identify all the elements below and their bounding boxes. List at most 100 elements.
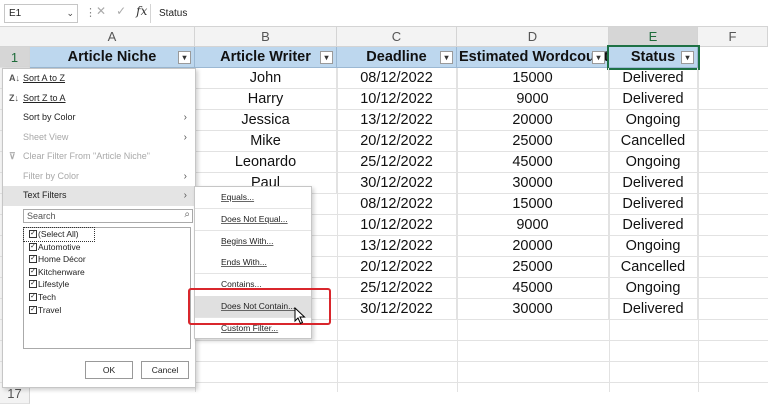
header-cell[interactable]: Article Writer ▾ — [195, 47, 337, 68]
status-cell[interactable]: Delivered — [609, 215, 698, 236]
wordcount-cell[interactable]: 15000 — [457, 68, 609, 89]
column-header-c[interactable]: C — [337, 27, 457, 47]
list-item[interactable]: ✓ Lifestyle — [24, 278, 190, 291]
filter-values-list[interactable]: ✓ (Select All) ✓ Automotive ✓ Home Décor… — [23, 227, 191, 349]
filter-dropdown-button[interactable]: ▾ — [320, 51, 333, 64]
cancel-button[interactable]: Cancel — [141, 361, 189, 379]
deadline-cell[interactable]: 20/12/2022 — [337, 257, 457, 278]
function-icon[interactable]: fx — [136, 4, 147, 18]
wordcount-cell[interactable]: 20000 — [457, 110, 609, 131]
sort-descending-icon: Z↓ — [9, 92, 19, 103]
name-box[interactable]: E1 ⌄ — [4, 4, 78, 23]
status-cell[interactable]: Cancelled — [609, 257, 698, 278]
deadline-cell[interactable]: 30/12/2022 — [337, 299, 457, 320]
wordcount-cell[interactable]: 9000 — [457, 89, 609, 110]
deadline-cell[interactable]: 10/12/2022 — [337, 215, 457, 236]
status-cell[interactable]: Ongoing — [609, 278, 698, 299]
column-header-d[interactable]: D — [457, 27, 609, 47]
status-cell[interactable]: Delivered — [609, 89, 698, 110]
menu-item-label: Sort Z to A — [23, 92, 66, 103]
status-cell[interactable]: Ongoing — [609, 110, 698, 131]
row-header[interactable]: 1 — [0, 47, 30, 68]
filter-by-color-item[interactable]: Filter by Color › — [3, 167, 195, 187]
wordcount-cell[interactable]: 30000 — [457, 173, 609, 194]
list-item[interactable]: ✓ Home Décor — [24, 253, 190, 266]
sheet-view-item[interactable]: Sheet View › — [3, 128, 195, 148]
text-filters-item[interactable]: Text Filters › — [3, 186, 195, 206]
checkbox-checked-icon[interactable]: ✓ — [29, 255, 37, 264]
column-header-e[interactable]: E — [609, 27, 698, 47]
submenu-item-begins-with[interactable]: Begins With... — [195, 231, 311, 253]
sort-z-to-a-item[interactable]: Z↓ Sort Z to A — [3, 89, 195, 109]
sort-by-color-item[interactable]: Sort by Color › — [3, 108, 195, 128]
chevron-down-icon[interactable]: ⌄ — [66, 8, 74, 19]
wordcount-cell[interactable]: 25000 — [457, 257, 609, 278]
deadline-cell[interactable]: 25/12/2022 — [337, 152, 457, 173]
wordcount-cell[interactable]: 15000 — [457, 194, 609, 215]
formula-bar: E1 ⌄ ⋮ ✕ ✓ fx Status — [0, 0, 768, 27]
filter-dropdown-button[interactable]: ▾ — [592, 51, 605, 64]
wordcount-cell[interactable]: 20000 — [457, 236, 609, 257]
filter-search-input[interactable]: Search ⌕ — [23, 209, 193, 223]
sort-ascending-icon: A↓ — [9, 73, 20, 83]
wordcount-cell[interactable]: 25000 — [457, 131, 609, 152]
deadline-cell[interactable]: 08/12/2022 — [337, 194, 457, 215]
column-header-f[interactable]: F — [698, 27, 768, 47]
chevron-right-icon: › — [183, 190, 187, 201]
checkbox-checked-icon[interactable]: ✓ — [29, 292, 37, 301]
list-item[interactable]: ✓ (Select All) — [23, 227, 95, 242]
column-header-a[interactable]: A — [30, 27, 195, 47]
checkbox-checked-icon[interactable]: ✓ — [29, 267, 37, 276]
status-cell[interactable]: Ongoing — [609, 152, 698, 173]
filter-dropdown-button[interactable]: ▾ — [440, 51, 453, 64]
deadline-cell[interactable]: 20/12/2022 — [337, 131, 457, 152]
wordcount-cell[interactable]: 45000 — [457, 152, 609, 173]
submenu-item-equals[interactable]: Equals... — [195, 187, 311, 209]
search-placeholder: Search — [27, 211, 56, 221]
deadline-cell[interactable]: 08/12/2022 — [337, 68, 457, 89]
wordcount-cell[interactable]: 30000 — [457, 299, 609, 320]
submenu-item-does-not-equal[interactable]: Does Not Equal... — [195, 209, 311, 231]
checkbox-checked-icon[interactable]: ✓ — [29, 230, 37, 238]
writer-cell[interactable]: John — [195, 68, 337, 89]
deadline-cell[interactable]: 30/12/2022 — [337, 173, 457, 194]
formula-input[interactable]: Status — [150, 4, 764, 23]
status-cell[interactable]: Delivered — [609, 173, 698, 194]
deadline-cell[interactable]: 10/12/2022 — [337, 89, 457, 110]
writer-cell[interactable]: Mike — [195, 131, 337, 152]
list-item[interactable]: ✓ Automotive — [24, 241, 190, 254]
header-cell[interactable]: Deadline ▾ — [337, 47, 457, 68]
header-cell[interactable]: Estimated Wordcount ▾ — [457, 47, 609, 68]
ok-button[interactable]: OK — [85, 361, 133, 379]
writer-cell[interactable]: Jessica — [195, 110, 337, 131]
status-cell[interactable]: Delivered — [609, 299, 698, 320]
header-label: Article Writer — [220, 49, 311, 65]
status-cell[interactable]: Cancelled — [609, 131, 698, 152]
deadline-cell[interactable]: 13/12/2022 — [337, 110, 457, 131]
submenu-item-ends-with[interactable]: Ends With... — [195, 252, 311, 275]
list-item[interactable]: ✓ Tech — [24, 291, 190, 304]
list-item[interactable]: ✓ Travel — [24, 304, 190, 317]
list-item[interactable]: ✓ Kitchenware — [24, 266, 190, 279]
status-cell[interactable]: Delivered — [609, 68, 698, 89]
status-cell[interactable]: Delivered — [609, 194, 698, 215]
clear-filter-item[interactable]: ⊽ Clear Filter From "Article Niche" — [3, 147, 195, 167]
header-cell[interactable]: Article Niche ▾ — [30, 47, 195, 68]
deadline-cell[interactable]: 13/12/2022 — [337, 236, 457, 257]
filter-dropdown-button[interactable]: ▾ — [178, 51, 191, 64]
enter-icon[interactable]: ✓ — [116, 4, 126, 18]
deadline-cell[interactable]: 25/12/2022 — [337, 278, 457, 299]
sort-a-to-z-item[interactable]: A↓ Sort A to Z — [3, 69, 195, 89]
menu-item-label: Sort by Color — [23, 112, 76, 122]
status-cell[interactable]: Ongoing — [609, 236, 698, 257]
cancel-icon[interactable]: ✕ — [96, 4, 106, 18]
checkbox-checked-icon[interactable]: ✓ — [29, 280, 37, 289]
writer-cell[interactable]: Leonardo — [195, 152, 337, 173]
column-header-b[interactable]: B — [195, 27, 337, 47]
wordcount-cell[interactable]: 9000 — [457, 215, 609, 236]
checkbox-checked-icon[interactable]: ✓ — [29, 242, 37, 251]
wordcount-cell[interactable]: 45000 — [457, 278, 609, 299]
checkbox-checked-icon[interactable]: ✓ — [29, 305, 37, 314]
writer-cell[interactable]: Harry — [195, 89, 337, 110]
chevron-right-icon: › — [183, 112, 187, 123]
